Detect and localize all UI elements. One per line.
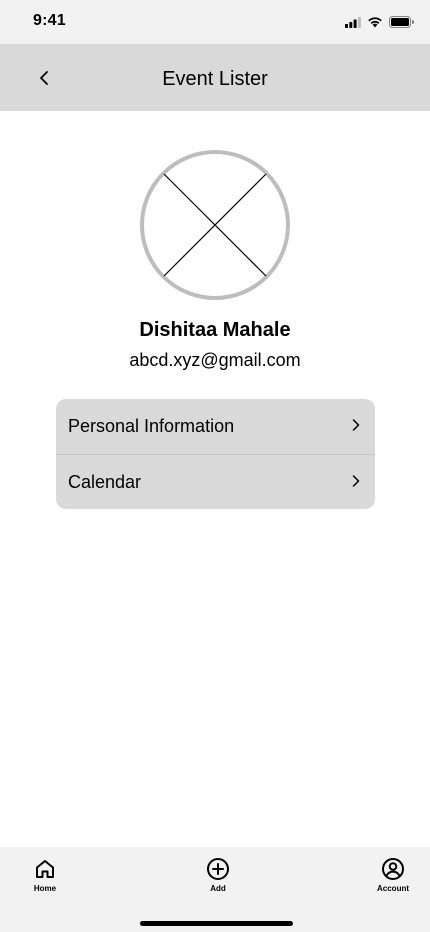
tab-bar: Home Add Account <box>0 847 430 932</box>
personal-information-item[interactable]: Personal Information <box>56 399 375 454</box>
tab-home[interactable]: Home <box>15 857 75 893</box>
profile-menu: Personal Information Calendar <box>56 399 375 509</box>
tab-label: Account <box>377 884 409 893</box>
menu-item-label: Personal Information <box>68 416 235 436</box>
signal-icon <box>345 16 361 28</box>
home-icon <box>36 860 54 878</box>
add-circle-icon <box>207 858 229 880</box>
home-indicator <box>140 921 293 926</box>
profile-email: abcd.xyz@gmail.com <box>129 350 301 370</box>
chevron-right-icon <box>352 475 360 487</box>
status-time: 9:41 <box>33 12 66 29</box>
tab-account[interactable]: Account <box>363 857 423 893</box>
avatar <box>140 150 290 300</box>
calendar-item[interactable]: Calendar <box>56 454 375 509</box>
account-icon <box>382 858 404 880</box>
page-title: Event Lister <box>162 68 268 90</box>
tab-label: Home <box>33 884 57 893</box>
app-header: Event Lister <box>0 44 430 111</box>
profile-name: Dishitaa Mahale <box>139 319 291 341</box>
menu-item-label: Calendar <box>68 471 142 492</box>
chevron-right-icon <box>352 419 360 431</box>
wifi-icon <box>368 17 382 28</box>
status-bar: 9:41 <box>0 0 430 44</box>
tab-label: Add <box>210 884 226 893</box>
status-icons <box>345 14 414 30</box>
tab-add[interactable]: Add <box>188 857 248 893</box>
battery-icon <box>389 16 414 28</box>
image-placeholder-icon <box>140 150 290 300</box>
